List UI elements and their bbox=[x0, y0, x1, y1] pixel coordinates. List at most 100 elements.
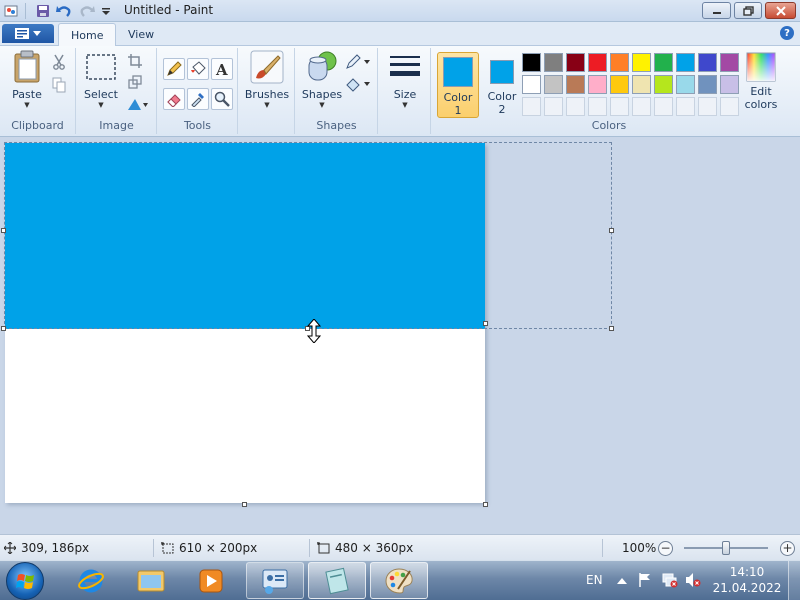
canvas-workspace[interactable] bbox=[0, 137, 800, 534]
resize-icon[interactable] bbox=[125, 72, 145, 92]
paint-menu-button[interactable] bbox=[2, 24, 54, 43]
resize-handle-bottom-right[interactable] bbox=[609, 326, 614, 331]
palette-swatch[interactable] bbox=[676, 53, 695, 72]
color1-number: 1 bbox=[454, 104, 462, 117]
cursor-position-icon bbox=[4, 542, 16, 554]
customize-quick-access-icon[interactable] bbox=[98, 3, 114, 19]
paint-taskbar-button[interactable] bbox=[370, 562, 428, 599]
cut-icon[interactable] bbox=[49, 52, 69, 72]
text-icon[interactable]: A bbox=[211, 58, 233, 80]
zoom-slider-thumb[interactable] bbox=[722, 541, 730, 555]
maximize-button[interactable] bbox=[734, 2, 762, 19]
volume-muted-icon[interactable] bbox=[685, 572, 701, 591]
palette-empty-swatch[interactable] bbox=[676, 97, 695, 116]
palette-swatch[interactable] bbox=[632, 75, 651, 94]
explorer-taskbar-button[interactable] bbox=[122, 562, 180, 599]
zoom-in-button[interactable]: + bbox=[780, 541, 795, 556]
palette-empty-swatch[interactable] bbox=[566, 97, 585, 116]
outline-icon[interactable] bbox=[344, 52, 372, 72]
shapes-group-label: Shapes bbox=[316, 119, 357, 132]
minimize-button[interactable] bbox=[702, 2, 731, 19]
fill-bucket-icon[interactable] bbox=[187, 58, 209, 80]
palette-swatch[interactable] bbox=[654, 53, 673, 72]
palette-swatch[interactable] bbox=[720, 75, 739, 94]
palette-swatch[interactable] bbox=[610, 53, 629, 72]
drawing-canvas[interactable] bbox=[5, 143, 485, 503]
palette-empty-swatch[interactable] bbox=[720, 97, 739, 116]
close-button[interactable] bbox=[765, 2, 796, 19]
palette-empty-swatch[interactable] bbox=[632, 97, 651, 116]
paint-palette-icon bbox=[385, 567, 413, 594]
tab-view[interactable]: View bbox=[116, 23, 166, 46]
save-icon[interactable] bbox=[35, 3, 51, 19]
network-icon[interactable] bbox=[662, 572, 678, 591]
paint-app-icon[interactable] bbox=[3, 3, 19, 19]
brush-icon bbox=[250, 50, 284, 84]
tab-home[interactable]: Home bbox=[58, 23, 117, 47]
color2-button[interactable]: Color 2 bbox=[481, 52, 523, 118]
palette-swatch[interactable] bbox=[720, 53, 739, 72]
start-button[interactable] bbox=[6, 562, 44, 600]
palette-swatch[interactable] bbox=[544, 53, 563, 72]
edit-colors-button[interactable]: Edit colors bbox=[742, 52, 780, 111]
brushes-group: Brushes ▼ bbox=[239, 48, 295, 134]
help-icon[interactable]: ? bbox=[780, 26, 794, 40]
show-hidden-icons-button[interactable] bbox=[617, 574, 627, 588]
palette-empty-swatch[interactable] bbox=[544, 97, 563, 116]
palette-swatch[interactable] bbox=[522, 53, 541, 72]
resize-handle-bottom-left[interactable] bbox=[1, 326, 6, 331]
palette-swatch[interactable] bbox=[632, 53, 651, 72]
undo-icon[interactable] bbox=[56, 3, 72, 19]
color1-button[interactable]: Color 1 bbox=[437, 52, 479, 118]
canvas-handle-bottom[interactable] bbox=[242, 502, 247, 507]
size-button[interactable]: Size ▼ bbox=[385, 50, 425, 109]
language-indicator[interactable]: EN bbox=[586, 573, 603, 587]
rotate-icon[interactable] bbox=[125, 94, 151, 114]
brushes-button[interactable]: Brushes ▼ bbox=[244, 50, 290, 109]
internet-explorer-taskbar-button[interactable] bbox=[62, 562, 120, 599]
zoom-out-button[interactable]: − bbox=[658, 541, 673, 556]
palette-swatch[interactable] bbox=[566, 75, 585, 94]
image-size-icon bbox=[317, 542, 330, 554]
palette-swatch[interactable] bbox=[544, 75, 563, 94]
media-player-taskbar-button[interactable] bbox=[182, 562, 240, 599]
crop-icon[interactable] bbox=[125, 51, 145, 71]
palette-swatch[interactable] bbox=[566, 53, 585, 72]
action-center-icon[interactable] bbox=[638, 572, 652, 591]
fill-icon[interactable] bbox=[344, 74, 372, 94]
palette-swatch[interactable] bbox=[522, 75, 541, 94]
show-desktop-button[interactable] bbox=[788, 561, 800, 600]
palette-swatch[interactable] bbox=[698, 75, 717, 94]
paste-button[interactable]: Paste ▼ bbox=[8, 50, 46, 109]
palette-swatch[interactable] bbox=[588, 75, 607, 94]
palette-swatch[interactable] bbox=[698, 53, 717, 72]
palette-empty-swatch[interactable] bbox=[698, 97, 717, 116]
palette-empty-swatch[interactable] bbox=[588, 97, 607, 116]
color-picker-icon[interactable] bbox=[187, 88, 209, 110]
palette-empty-swatch[interactable] bbox=[654, 97, 673, 116]
pencil-icon[interactable] bbox=[163, 58, 185, 80]
system-clock[interactable]: 14:10 21.04.2022 bbox=[712, 564, 782, 596]
redo-icon[interactable] bbox=[79, 3, 95, 19]
control-panel-taskbar-button[interactable] bbox=[246, 562, 304, 599]
canvas-handle-corner[interactable] bbox=[483, 502, 488, 507]
magnifier-icon[interactable] bbox=[211, 88, 233, 110]
select-button[interactable]: Select ▼ bbox=[82, 50, 120, 109]
colors-group: Color 1 Color 2 Edit colors Colors bbox=[432, 48, 786, 134]
canvas-handle-right[interactable] bbox=[483, 321, 488, 326]
palette-swatch[interactable] bbox=[654, 75, 673, 94]
resize-handle-right[interactable] bbox=[609, 228, 614, 233]
copy-icon[interactable] bbox=[49, 75, 69, 95]
palette-swatch[interactable] bbox=[610, 75, 629, 94]
size-group: Size ▼ bbox=[379, 48, 431, 134]
shapes-button[interactable]: Shapes ▼ bbox=[300, 50, 344, 109]
palette-empty-swatch[interactable] bbox=[522, 97, 541, 116]
palette-empty-swatch[interactable] bbox=[610, 97, 629, 116]
palette-swatch[interactable] bbox=[588, 53, 607, 72]
palette-swatch[interactable] bbox=[676, 75, 695, 94]
notepad-taskbar-button[interactable] bbox=[308, 562, 366, 599]
eraser-icon[interactable] bbox=[163, 88, 185, 110]
color1-label: Color bbox=[443, 91, 473, 104]
size-dropdown-icon: ▼ bbox=[402, 101, 408, 109]
resize-handle-left[interactable] bbox=[1, 228, 6, 233]
